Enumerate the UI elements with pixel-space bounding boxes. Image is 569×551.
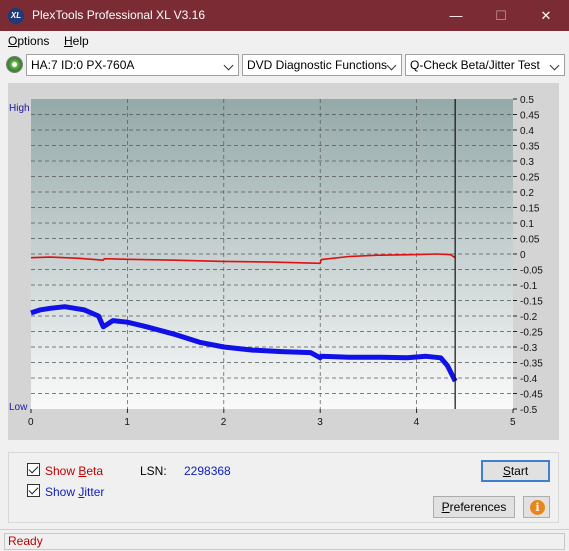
drive-select[interactable]: HA:7 ID:0 PX-760A <box>26 54 239 76</box>
y-tick-label: 0 <box>520 250 526 261</box>
title-bar: XL PlexTools Professional XL V3.16 — ☐ ✕ <box>0 0 569 31</box>
y-tick-label: 0.1 <box>520 219 534 230</box>
controls-panel: Show Beta Show Jitter LSN: 2298368 Start… <box>8 452 559 523</box>
menu-bar: Options Help <box>0 31 569 51</box>
y-tick-label: 0.4 <box>520 126 534 137</box>
y-tick-label: -0.45 <box>520 390 543 401</box>
y-tick-label: 0.25 <box>520 173 540 184</box>
y-tick-label: -0.1 <box>520 281 538 292</box>
y-tick-label: -0.15 <box>520 297 543 308</box>
menu-options[interactable]: Options <box>8 34 49 48</box>
x-tick-label: 0 <box>28 417 34 428</box>
y-tick-label: 0.5 <box>520 95 534 106</box>
chevron-down-icon <box>550 55 560 75</box>
status-text: Ready <box>4 533 565 550</box>
close-button[interactable]: ✕ <box>523 0 569 31</box>
show-jitter-checkbox[interactable] <box>27 484 40 497</box>
y-tick-label: 0.45 <box>520 111 540 122</box>
y-tick-label: -0.3 <box>520 343 538 354</box>
info-icon: i <box>530 500 545 515</box>
lsn-label: LSN: <box>140 464 167 478</box>
y-tick-label: -0.2 <box>520 312 538 323</box>
disc-drive-icon <box>6 56 23 73</box>
preferences-button[interactable]: Preferences <box>433 496 515 518</box>
beta-jitter-chart: High Low 0.50.450.40.350.30.250.20.150.1… <box>9 95 543 428</box>
show-jitter-label[interactable]: Show Jitter <box>45 485 104 499</box>
start-button[interactable]: Start <box>481 460 550 482</box>
status-bar: Ready <box>0 529 569 551</box>
y-tick-label: 0.35 <box>520 142 540 153</box>
show-beta-label[interactable]: Show Beta <box>45 464 103 478</box>
maximize-button[interactable]: ☐ <box>478 0 524 31</box>
y-tick-label: -0.4 <box>520 374 538 385</box>
minimize-button[interactable]: — <box>433 0 479 31</box>
x-tick-label: 4 <box>414 417 420 428</box>
y-tick-label: 0.3 <box>520 157 534 168</box>
chevron-down-icon <box>387 55 397 75</box>
high-label: High <box>9 103 30 114</box>
x-tick-label: 2 <box>221 417 227 428</box>
lsn-value: 2298368 <box>184 464 231 478</box>
function-select[interactable]: DVD Diagnostic Functions <box>242 54 402 76</box>
chevron-down-icon <box>224 55 234 75</box>
y-tick-label: -0.25 <box>520 328 543 339</box>
y-tick-label: 0.15 <box>520 204 540 215</box>
low-label: Low <box>9 402 28 413</box>
info-button[interactable]: i <box>523 496 550 518</box>
y-tick-label: 0.05 <box>520 235 540 246</box>
window-title: PlexTools Professional XL V3.16 <box>32 8 205 22</box>
chart-panel: High Low 0.5 0.45 0.4 0.35 0.3 0.25 0.2 0.15 0.1… <box>8 83 559 440</box>
x-tick-label: 5 <box>510 417 516 428</box>
menu-help[interactable]: Help <box>64 34 89 48</box>
y-tick-label: -0.5 <box>520 405 538 416</box>
x-tick-label: 1 <box>124 417 130 428</box>
show-beta-checkbox[interactable] <box>27 463 40 476</box>
test-select[interactable]: Q-Check Beta/Jitter Test <box>405 54 565 76</box>
y-tick-label: 0.2 <box>520 188 534 199</box>
y-tick-label: -0.35 <box>520 359 543 370</box>
plextools-logo-icon: XL <box>8 8 24 24</box>
x-tick-label: 3 <box>317 417 323 428</box>
y-tick-label: -0.05 <box>520 266 543 277</box>
